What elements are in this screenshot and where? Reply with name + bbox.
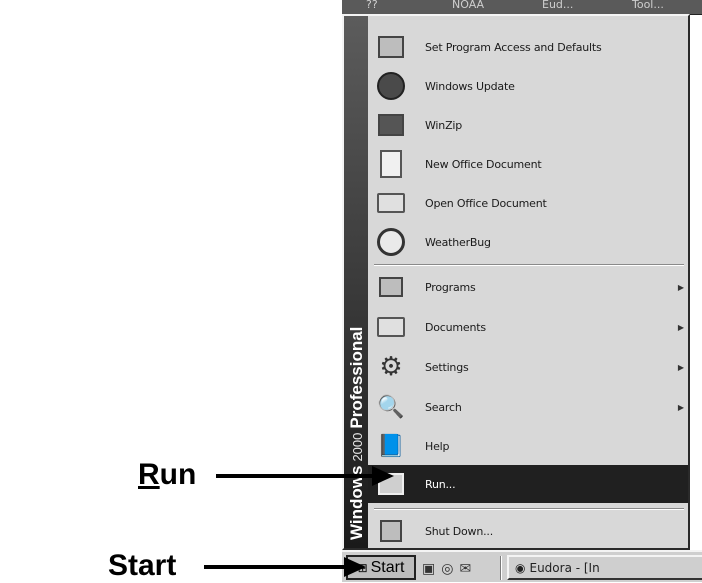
strip-text: Eud...	[542, 0, 574, 11]
desktop-strip: ?? NOAA Eud... Tool...	[342, 0, 702, 15]
banner-version: 2000	[350, 432, 365, 462]
submenu-arrow-icon: ▶	[677, 402, 685, 412]
browser-icon[interactable]: ◎	[441, 560, 453, 577]
taskbar: ⊞ Start ▣ ◎ ✉ ◉ Eudora - [In	[342, 550, 702, 582]
menu-separator	[374, 264, 684, 266]
strip-text: NOAA	[452, 0, 485, 11]
start-callout-label: Start	[108, 549, 177, 582]
run-callout-label: Run	[138, 458, 196, 492]
taskbar-button-eudora[interactable]: ◉ Eudora - [In	[507, 555, 702, 580]
eudora-icon: ◉	[515, 560, 526, 575]
documents-icon	[374, 310, 408, 344]
menu-item-windows-update[interactable]: Windows Update	[368, 67, 688, 105]
help-icon: 📘	[377, 433, 405, 459]
menu-item-label: WeatherBug	[425, 235, 491, 249]
outlook-icon[interactable]: ✉	[459, 560, 471, 577]
shutdown-icon	[374, 514, 408, 548]
taskbar-button-label: Eudora - [In	[529, 560, 600, 575]
start-callout-arrow-line	[204, 565, 348, 569]
submenu-arrow-icon: ▶	[677, 282, 685, 292]
run-callout-arrow-line	[216, 474, 376, 478]
menu-separator	[374, 508, 684, 510]
show-desktop-icon[interactable]: ▣	[422, 560, 435, 577]
menu-item-label: Open Office Document	[425, 196, 547, 210]
strip-text: ??	[366, 0, 378, 11]
menu-item-label: Shut Down...	[425, 524, 493, 538]
menu-item-label: Help	[425, 439, 450, 453]
menu-item-winzip[interactable]: WinZip	[368, 106, 688, 144]
search-icon: 🔍	[377, 394, 405, 420]
menu-item-documents[interactable]: Documents ▶	[368, 308, 688, 346]
menu-banner: Windows2000Professional	[344, 16, 368, 548]
new-office-document-icon	[374, 147, 408, 181]
menu-item-label: Programs	[425, 280, 476, 294]
menu-item-label: Documents	[425, 320, 486, 334]
banner-text: Windows2000Professional	[347, 327, 367, 540]
menu-item-set-program-access[interactable]: Set Program Access and Defaults	[368, 28, 688, 66]
menu-item-help[interactable]: 📘 Help	[368, 427, 688, 465]
submenu-arrow-icon: ▶	[677, 362, 685, 372]
run-callout-rest: un	[159, 458, 197, 491]
start-button-label: Start	[370, 558, 405, 576]
submenu-arrow-icon: ▶	[677, 322, 685, 332]
menu-item-label: Settings	[425, 360, 469, 374]
menu-item-weatherbug[interactable]: WeatherBug	[368, 223, 688, 261]
programs-icon	[374, 270, 408, 304]
cut-off-heading: _	[248, 0, 328, 10]
menu-item-label: Search	[425, 400, 462, 414]
settings-icon: ⚙	[379, 352, 403, 382]
menu-item-programs[interactable]: Programs ▶	[368, 268, 688, 306]
menu-item-search[interactable]: 🔍 Search ▶	[368, 388, 688, 426]
run-callout-arrow-icon	[372, 466, 394, 486]
menu-item-label: Run...	[425, 477, 456, 491]
menu-item-label: WinZip	[425, 118, 463, 132]
winzip-icon	[374, 108, 408, 142]
strip-text: Tool...	[632, 0, 664, 11]
menu-item-new-office-document[interactable]: New Office Document	[368, 145, 688, 183]
menu-item-run[interactable]: Run...	[368, 465, 688, 503]
menu-item-settings[interactable]: ⚙ Settings ▶	[368, 348, 688, 386]
quick-launch: ▣ ◎ ✉	[422, 557, 471, 579]
taskbar-divider	[500, 556, 502, 580]
menu-item-shutdown[interactable]: Shut Down...	[368, 512, 688, 550]
menu-item-label: New Office Document	[425, 157, 542, 171]
program-access-icon	[374, 30, 408, 64]
open-office-document-icon	[374, 186, 408, 220]
menu-item-open-office-document[interactable]: Open Office Document	[368, 184, 688, 222]
weatherbug-icon	[374, 225, 408, 259]
windows-update-icon	[374, 69, 408, 103]
start-callout-arrow-icon	[344, 557, 366, 577]
menu-item-label: Set Program Access and Defaults	[425, 40, 602, 54]
start-menu: Windows2000Professional Set Program Acce…	[342, 14, 690, 550]
run-callout-underlined: R	[138, 458, 160, 491]
banner-edition: Professional	[347, 326, 366, 429]
menu-item-label: Windows Update	[425, 79, 515, 93]
